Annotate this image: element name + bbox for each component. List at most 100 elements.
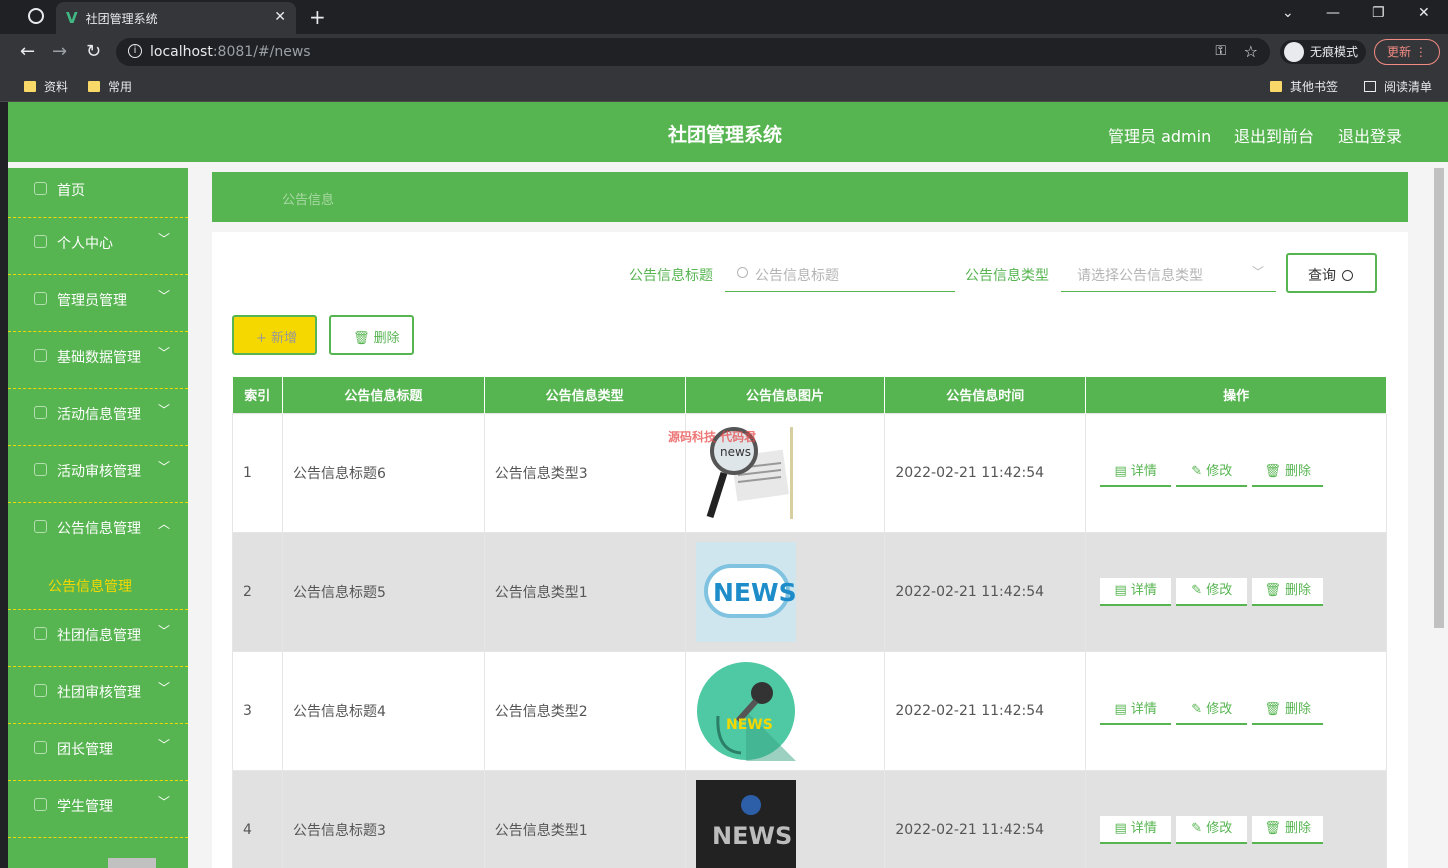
update-button[interactable]: 更新 ⋮	[1374, 39, 1440, 65]
add-button[interactable]: + 新增	[232, 315, 317, 355]
query-label: 查询	[1308, 268, 1336, 284]
current-user: 管理员 admin	[1108, 127, 1212, 146]
sidebar-item-notice[interactable]: 公告信息管理 ︿	[8, 503, 188, 560]
sidebar-item-activity[interactable]: 活动信息管理 ﹀	[8, 389, 188, 446]
horizontal-scrollbar[interactable]	[108, 858, 156, 868]
sidebar-item-label: 社团审核管理	[57, 685, 141, 701]
sidebar-subitem-notice[interactable]: 公告信息管理	[8, 560, 188, 610]
to-front-link[interactable]: 退出到前台	[1234, 123, 1314, 147]
image-text: news	[720, 445, 751, 459]
cell-type: 公告信息类型1	[483, 531, 686, 652]
address-bar: ← → ↻ i localhost:8081/#/news ⚿ ☆ 无痕模式 更…	[0, 34, 1448, 70]
incognito-icon	[1284, 42, 1304, 62]
cell-time: 2022-02-21 11:42:54	[884, 531, 1087, 652]
sidebar-item-label: 首页	[57, 183, 85, 199]
sidebar-item-student[interactable]: 学生管理 ﹀	[8, 781, 188, 838]
sidebar-item-leader[interactable]: 团长管理 ﹀	[8, 724, 188, 781]
col-header[interactable]: 公告信息标题	[282, 377, 485, 413]
browser-tab-bar: V 社团管理系统 ✕ + ⌄ — ❐ ✕	[0, 0, 1448, 34]
type-select-placeholder: 请选择公告信息类型	[1077, 268, 1203, 284]
edit-button[interactable]: ✎ 修改	[1176, 458, 1248, 487]
cell-type: 公告信息类型2	[483, 650, 686, 771]
chevron-down-icon: ﹀	[158, 681, 171, 695]
sidebar-item-home[interactable]: 首页	[8, 168, 188, 218]
news-badge-image[interactable]: NEWS	[695, 541, 796, 642]
bookmark-label: 资料	[44, 80, 69, 94]
vertical-scrollbar[interactable]	[1434, 168, 1444, 628]
edit-button[interactable]: ✎ 修改	[1176, 577, 1248, 606]
title-search-input[interactable]: 公告信息标题	[725, 254, 955, 292]
leader-icon	[34, 741, 47, 754]
chevron-down-icon: ﹀	[158, 346, 171, 360]
cell-title: 公告信息标题6	[281, 412, 485, 533]
cell-time: 2022-02-21 11:42:54	[884, 412, 1087, 533]
edit-button[interactable]: ✎ 修改	[1176, 815, 1248, 844]
student-icon	[34, 798, 47, 811]
bookmark-star-icon[interactable]: ☆	[1244, 42, 1258, 61]
restore-icon[interactable]: ❐	[1372, 5, 1385, 21]
cell-image: NEWS	[684, 531, 886, 652]
cell-index: 4	[232, 769, 283, 868]
key-icon[interactable]: ⚿	[1215, 43, 1226, 59]
sidebar-item-basic-data[interactable]: 基础数据管理 ﹀	[8, 332, 188, 389]
sidebar-item-label: 管理员管理	[57, 293, 127, 309]
delete-button[interactable]: 🗑 删除	[1252, 815, 1324, 844]
globe-icon	[28, 8, 44, 24]
news-microphone-image[interactable]: NEWS	[695, 660, 796, 761]
bookmark-folder-1[interactable]: 资料	[24, 78, 68, 95]
detail-button[interactable]: ▤ 详情	[1100, 458, 1172, 487]
sidebar-item-club[interactable]: 社团信息管理 ﹀	[8, 610, 188, 667]
delete-button[interactable]: 🗑 删除	[1252, 458, 1324, 487]
chevron-down-icon: ﹀	[158, 289, 171, 303]
delete-button[interactable]: 🗑 删除	[1252, 577, 1324, 606]
detail-button[interactable]: ▤ 详情	[1100, 815, 1172, 844]
sidebar-item-label: 社团信息管理	[57, 628, 141, 644]
cell-type: 公告信息类型3	[483, 412, 686, 533]
sidebar-item-activity-audit[interactable]: 活动审核管理 ﹀	[8, 446, 188, 503]
query-button[interactable]: 查询	[1286, 253, 1377, 293]
url-field[interactable]: i localhost:8081/#/news ⚿ ☆	[116, 38, 1270, 66]
news-dark-image[interactable]: NEWS	[695, 779, 796, 868]
type-select[interactable]: 请选择公告信息类型 ﹀	[1061, 254, 1276, 292]
back-icon[interactable]: ←	[20, 41, 35, 62]
search-icon	[1342, 270, 1353, 281]
reload-icon[interactable]: ↻	[86, 41, 101, 62]
batch-delete-button[interactable]: 🗑 删除	[329, 315, 414, 355]
table-row: 2 公告信息标题5 公告信息类型1 NEWS 2022-02-21 11:42:…	[232, 531, 1387, 652]
trash-icon: 🗑	[353, 331, 370, 346]
cell-title: 公告信息标题4	[281, 650, 485, 771]
forward-icon[interactable]: →	[52, 41, 67, 62]
sidebar-item-profile[interactable]: 个人中心 ﹀	[8, 218, 188, 275]
edit-button[interactable]: ✎ 修改	[1176, 696, 1248, 725]
col-header[interactable]: 公告信息图片	[685, 377, 886, 413]
logout-link[interactable]: 退出登录	[1338, 123, 1402, 147]
delete-button[interactable]: 🗑 删除	[1252, 696, 1324, 725]
sidebar-item-club-audit[interactable]: 社团审核管理 ﹀	[8, 667, 188, 724]
cell-image: NEWS	[684, 650, 886, 771]
browser-tab[interactable]: V 社团管理系统 ✕	[56, 2, 296, 34]
new-tab-icon[interactable]: +	[309, 5, 326, 29]
col-header[interactable]: 公告信息时间	[884, 377, 1087, 413]
info-icon[interactable]: i	[128, 44, 142, 58]
table-row: 4 公告信息标题3 公告信息类型1 NEWS 2022-02-21 11:42:…	[232, 769, 1387, 868]
col-header[interactable]: 公告信息类型	[484, 377, 686, 413]
other-bookmarks[interactable]: 其他书签	[1270, 78, 1338, 95]
close-window-icon[interactable]: ✕	[1418, 5, 1430, 21]
sidebar-item-admins[interactable]: 管理员管理 ﹀	[8, 275, 188, 332]
reading-list[interactable]: 阅读清单	[1364, 78, 1432, 95]
detail-button[interactable]: ▤ 详情	[1100, 577, 1172, 606]
chevron-down-icon: ﹀	[158, 232, 171, 246]
col-header[interactable]: 操作	[1085, 377, 1387, 413]
sidebar-item-label: 基础数据管理	[57, 350, 141, 366]
col-header[interactable]: 索引	[232, 377, 283, 413]
detail-button[interactable]: ▤ 详情	[1100, 696, 1172, 725]
minimize-icon[interactable]: —	[1326, 5, 1340, 21]
cell-title: 公告信息标题3	[281, 769, 485, 868]
tab-search-icon[interactable]: ⌄	[1282, 5, 1294, 21]
tab-close-icon[interactable]: ✕	[274, 9, 286, 25]
incognito-label: 无痕模式	[1310, 45, 1359, 59]
notice-table: 索引 公告信息标题 公告信息类型 公告信息图片 公告信息时间 操作 1 公告信息…	[232, 377, 1387, 868]
bookmark-folder-2[interactable]: 常用	[88, 78, 132, 95]
incognito-badge[interactable]: 无痕模式	[1280, 40, 1367, 64]
url-path: :8081/#/news	[212, 44, 311, 60]
